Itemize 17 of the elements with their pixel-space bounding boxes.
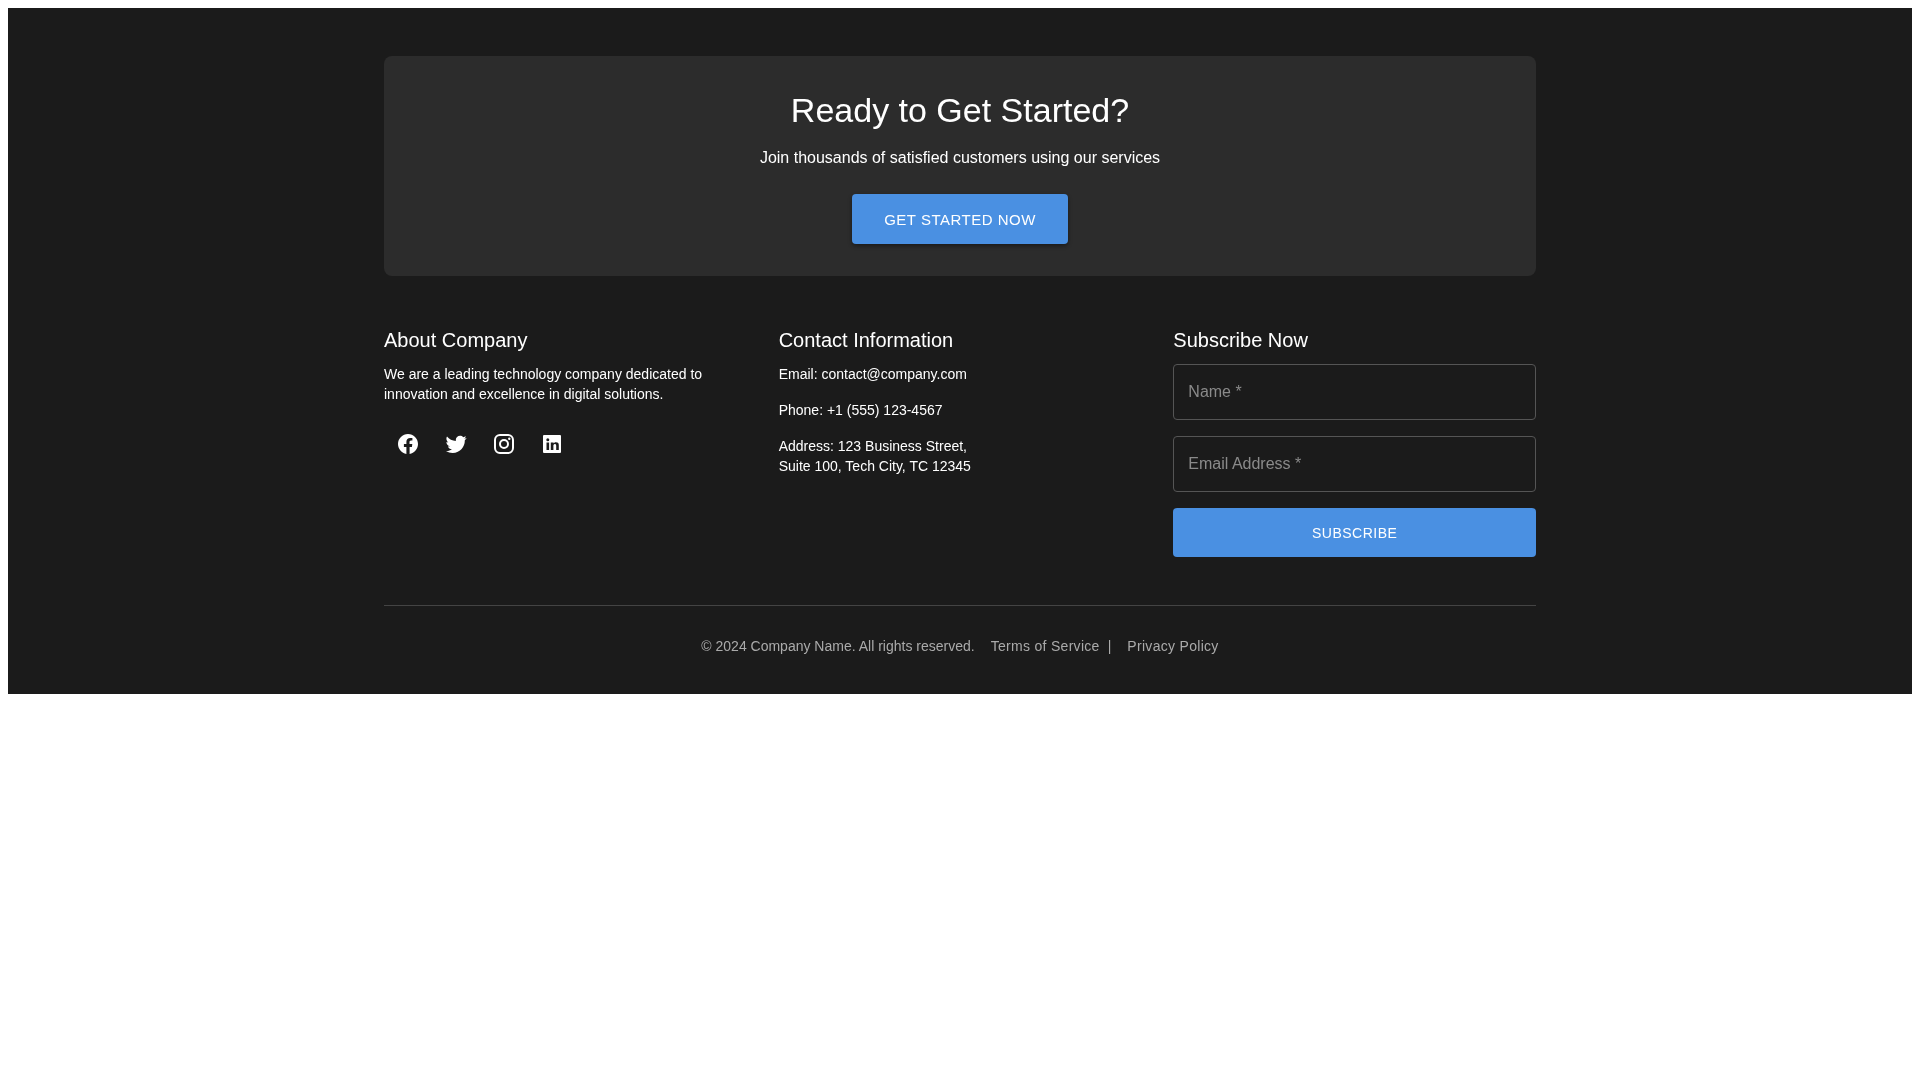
link-separator: |: [1107, 638, 1112, 654]
column-heading: Subscribe Now: [1173, 328, 1308, 353]
contact-detail: Email: contact@company.com: [778, 365, 967, 384]
get-started-button[interactable]: GET STARTED NOW: [852, 194, 1068, 244]
cta-title: Ready to Get Started?: [790, 90, 1130, 131]
footer-link[interactable]: Terms of Service: [990, 638, 1100, 654]
contact-detail: Address: 123 Business Street, Suite 100, Tech City, TC 12345: [778, 437, 971, 476]
footer-link[interactable]: Privacy Policy: [1127, 638, 1219, 654]
column-heading: About Company: [384, 328, 528, 353]
contact-detail: Phone: +1 (555) 123-4567: [778, 401, 943, 420]
column-heading: Contact Information: [778, 328, 954, 353]
input-field[interactable]: Email Address *: [1173, 436, 1536, 492]
copyright-text: © 2024 Company Name. All rights reserved.: [701, 638, 975, 654]
subscribe-button[interactable]: SUBSCRIBE: [1173, 508, 1536, 557]
input-field[interactable]: Name *: [1173, 364, 1536, 420]
cta-subtitle: Join thousands of satisfied customers using our services: [759, 148, 1161, 168]
about-text: We are a leading technology company dedicated to innovation and excellence in digital solutions.: [384, 365, 704, 404]
